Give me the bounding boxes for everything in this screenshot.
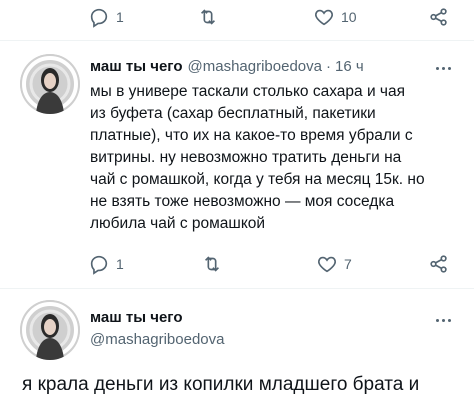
author-name[interactable]: маш ты чего xyxy=(90,58,183,75)
more-button[interactable] xyxy=(432,315,454,325)
text-line: чай с ромашкой, когда у тебя на месяц 15… xyxy=(90,171,425,188)
text-line: платные), что их на какое-то время убрал… xyxy=(90,127,413,144)
like-count: 10 xyxy=(341,9,357,25)
more-icon xyxy=(435,318,439,322)
reply-icon xyxy=(90,255,108,275)
text-line: мы в универе таскали столько сахара и ча… xyxy=(90,83,406,100)
tweet-text: мы в универе таскали столько сахара и ча… xyxy=(90,81,425,235)
reply-button[interactable]: 1 xyxy=(88,253,124,275)
top-action-bar: 1 10 xyxy=(0,6,474,30)
avatar[interactable] xyxy=(20,54,80,114)
reply-button[interactable]: 1 xyxy=(88,6,124,28)
retweet-button[interactable] xyxy=(196,6,220,28)
text-line: любила чай с ромашкой xyxy=(90,215,266,232)
share-button[interactable] xyxy=(428,253,450,275)
share-icon xyxy=(430,255,447,273)
share-button[interactable] xyxy=(428,6,450,28)
text-line: не взять тоже невозможно — моя соседка xyxy=(90,193,395,210)
reply-count: 1 xyxy=(116,256,124,272)
text-line: из буфета (сахар бесплатный, пакетики xyxy=(90,105,376,122)
like-button[interactable]: 10 xyxy=(313,6,357,28)
tweet-text: я крала деньги из копилки младшего брата… xyxy=(22,374,420,395)
retweet-button[interactable] xyxy=(200,253,224,275)
author-name[interactable]: маш ты чего xyxy=(90,309,183,326)
like-count: 7 xyxy=(344,256,352,272)
timestamp[interactable]: 16 ч xyxy=(335,58,364,75)
text-line: витрины. ну невозможно тратить деньги на xyxy=(90,149,402,166)
reply-icon xyxy=(90,8,108,28)
share-icon xyxy=(430,8,447,26)
heart-icon xyxy=(318,256,336,273)
more-icon xyxy=(435,66,439,70)
reply-count: 1 xyxy=(116,9,124,25)
divider xyxy=(0,40,474,41)
more-button[interactable] xyxy=(432,63,454,73)
like-button[interactable]: 7 xyxy=(316,253,352,275)
author-handle[interactable]: @mashagriboedova xyxy=(188,58,322,75)
heart-icon xyxy=(315,9,333,26)
separator: · xyxy=(325,58,331,75)
divider xyxy=(0,288,474,289)
author-handle[interactable]: @mashagriboedova xyxy=(90,331,224,348)
retweet-icon xyxy=(200,9,216,25)
tweet-header: маш ты чего @mashagriboedova · 16 ч xyxy=(90,58,364,75)
avatar[interactable] xyxy=(20,300,80,360)
tweet-action-bar: 1 7 xyxy=(0,253,474,277)
retweet-icon xyxy=(204,256,220,272)
